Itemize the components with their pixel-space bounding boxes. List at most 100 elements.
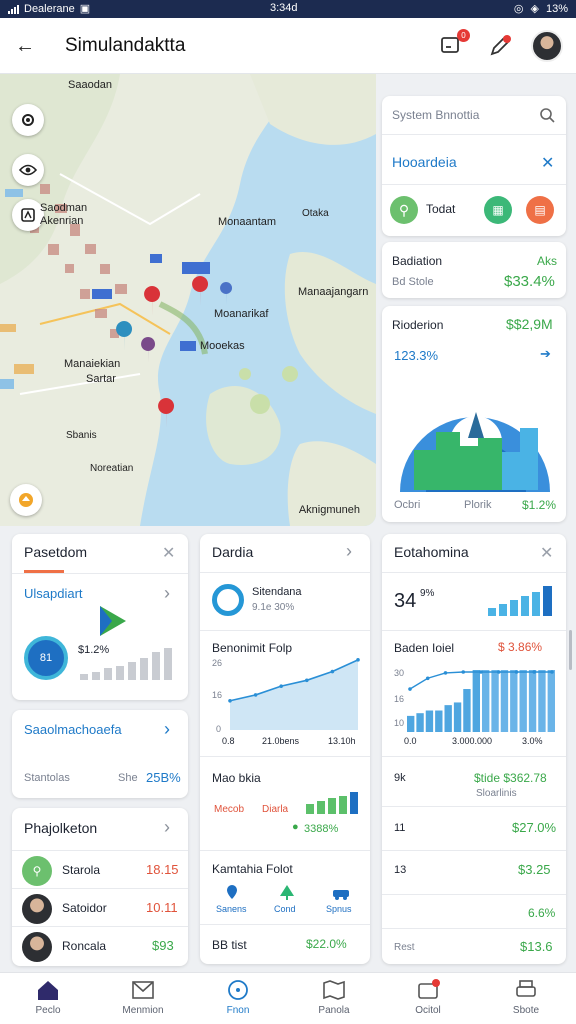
locate-button[interactable] [12,104,44,136]
bar [510,670,518,732]
y-tick: 30 [394,668,405,678]
row-name[interactable]: Satoidor [62,901,107,915]
phajolketon-card: Phajolketon › ⚲ Starola 18.15 Satoidor 1… [12,808,188,966]
notification-badge: 0 [457,29,470,42]
x-tick: 3.000.000 [452,736,493,746]
tree-icon[interactable] [278,884,296,900]
wifi-icon: ◈ [530,3,539,15]
nav-item-home[interactable]: Peclo [8,979,88,1016]
saaolma-card[interactable]: Saaolmachoaefa › Stantolas She 25B% [12,710,188,798]
map-icon [323,980,345,1000]
row-left: Rest [394,942,415,953]
system-card: System Bnnottia Hooardeia ✕ ⚲ Todat ▦ ▤ [382,96,566,236]
bar [453,702,462,732]
clock: 3:34d [270,2,298,14]
row-value: $13.6 [520,939,553,954]
bar [463,689,471,732]
axis-label: Ocbri [394,499,421,511]
y-tick: 26 [212,658,223,668]
icon-label: Cond [274,904,296,914]
bar [538,670,546,732]
map-label: Saodman Akenrian [40,202,88,227]
card-title: Mao bkia [212,771,261,785]
rioderion-card[interactable]: Rioderion $$2,9M 123.3% ➔ Ocbri Plorik $… [382,306,566,522]
calendar-icon[interactable]: ▤ [526,196,554,224]
action-label[interactable]: Todat [426,202,455,216]
card-sub[interactable]: Ulsapdiart [24,586,83,601]
data-point [356,658,360,662]
chevron-right-icon[interactable]: › [346,541,352,562]
x-tick: 3.0% [522,736,543,746]
card-label: Stantolas [24,772,70,784]
play-icon[interactable] [98,604,128,638]
car-icon[interactable] [332,884,350,900]
nav-item-find[interactable]: Fnon [198,979,278,1016]
compass-icon [228,980,248,1000]
compass-icon [19,493,33,507]
footer-label: BB tist [212,938,247,952]
nav-label: Sbote [512,1005,540,1016]
chevron-right-icon[interactable]: › [164,817,170,838]
data-point [279,684,283,688]
recenter-button[interactable] [10,484,42,516]
bar [472,670,480,732]
legend-label: Mecob [214,804,245,815]
row-left: 13 [394,864,407,876]
card-value: Aks [537,254,558,268]
scrollbar[interactable] [569,630,572,670]
row-name[interactable]: Starola [62,863,100,877]
close-icon[interactable]: ✕ [540,543,553,563]
radiation-card[interactable]: Badiation Aks Bd Stole $33.4% [382,242,566,298]
layers-icon [21,208,35,222]
nav-label: Menmion [122,1005,164,1016]
x-tick: 13.10h [328,736,356,746]
line-chart [228,658,360,730]
avatar [22,932,52,962]
edit-button[interactable] [488,34,514,60]
bolt-icon[interactable]: ⚲ [390,196,418,224]
data-point [496,670,501,674]
printer-icon [516,980,536,997]
pin-icon[interactable] [224,884,240,900]
map-view[interactable]: Saaodan Saodman Akenrian Monaantam Otaka… [0,74,376,526]
row-name[interactable]: Roncala [62,939,106,953]
bar [528,670,537,732]
grid-icon[interactable]: ▦ [484,196,512,224]
small-value: 9% [420,588,435,599]
city-chart [400,369,550,492]
back-button[interactable]: ← [10,32,40,62]
bar [519,670,527,732]
search-icon[interactable] [539,107,555,123]
map-label: Saaodan [68,79,113,91]
view-button[interactable] [12,154,44,186]
footer-value: $22.0% [306,937,347,951]
card-title: Kamtahia Folot [212,862,293,876]
nav-item-inbox[interactable]: Ocitol [388,979,468,1016]
card-sub: 9.1e 30% [252,602,295,613]
map-label: Manaajangarn [298,286,369,298]
avatar [22,894,52,924]
donut-badge: 81 [24,636,68,680]
chevron-right-icon[interactable]: › [164,719,170,740]
map-credit: Aknigmuneh [298,504,360,516]
card-title: Rioderion [392,318,444,332]
avatar[interactable] [531,30,563,62]
nav-item-map[interactable]: Panola [294,979,374,1016]
nav-item-messages[interactable]: Menmion [103,979,183,1016]
notifications-button[interactable]: 0 [439,29,470,60]
map-label: Otaka [302,208,329,219]
chevron-right-icon[interactable]: › [164,583,170,604]
data-point [408,687,412,691]
nav-label: Peclo [35,1005,61,1016]
legend-label: Diarla [262,804,289,815]
chart-title: Benonimit Folp [212,641,293,655]
battery-percent: 13% [545,2,568,15]
card-title: Saaolmachoaefa [24,722,122,737]
bolt-icon: ⚲ [22,856,52,886]
map-label: Sbanis [66,430,97,441]
nav-item-settings[interactable]: Sbote [486,979,566,1016]
close-icon[interactable]: ✕ [162,543,175,563]
close-icon[interactable]: ✕ [541,153,554,173]
card-title: Eotahomina [394,544,469,560]
search-input[interactable]: System Bnnottia [392,108,479,122]
